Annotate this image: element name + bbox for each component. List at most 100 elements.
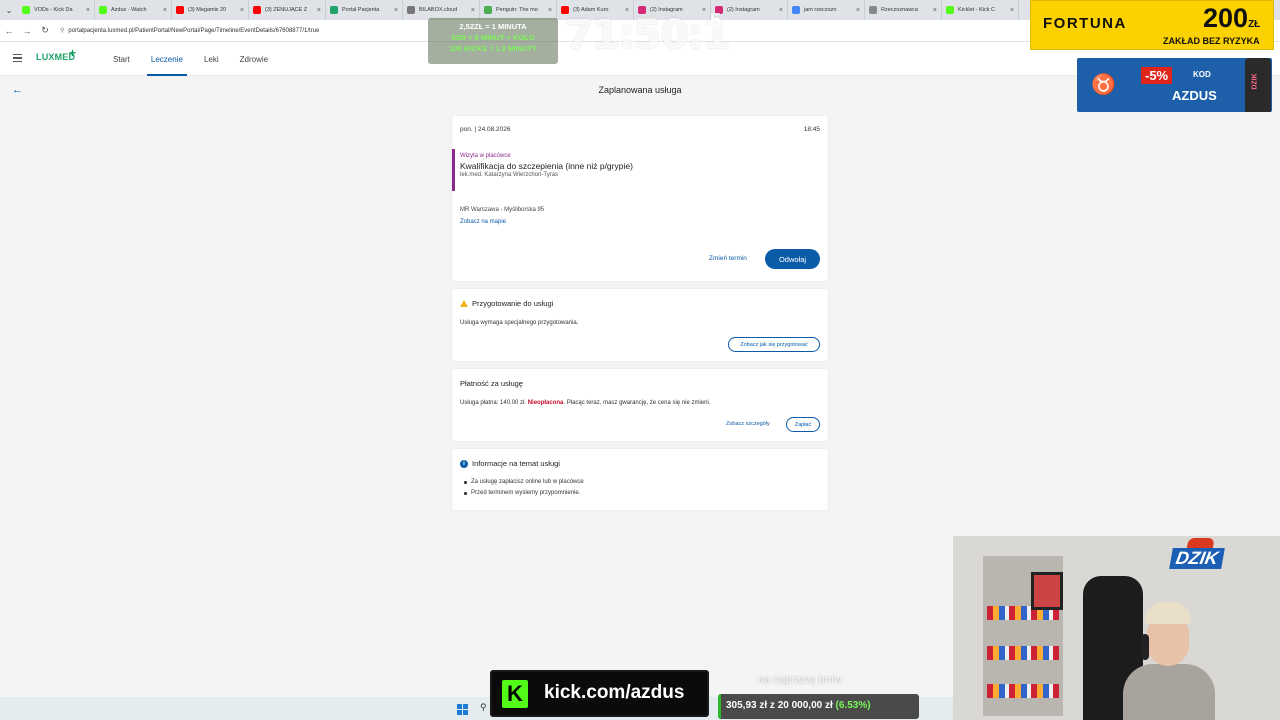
browser-tab[interactable]: Portal Pacjenta × (326, 0, 403, 20)
payment-text: Usługa płatna: 140.00 zł. Nieopłacona. P… (460, 400, 710, 406)
forward-nav-icon[interactable]: → (18, 26, 36, 36)
list-item: Przed terminem wyślemy przypomnienie. (464, 490, 584, 496)
goal-current: 305,93 zł (726, 700, 768, 711)
pay-button[interactable]: Zapłać (786, 417, 820, 432)
tab-favicon-icon (176, 6, 184, 14)
donation-goal-bar: 305,93 zł z 20 000,00 zł (6.53%) (718, 694, 919, 719)
tab-close-icon[interactable]: × (856, 7, 860, 14)
tab-label: (3) ZENUJĄCE Z (265, 7, 308, 13)
tab-close-icon[interactable]: × (240, 7, 244, 14)
browser-tab[interactable]: jam rzeczozn × (788, 0, 865, 20)
fortuna-brand: FORTUNA (1043, 15, 1127, 32)
logo-plus-icon: + (69, 46, 77, 60)
tab-favicon-icon (869, 6, 877, 14)
luxmed-logo[interactable]: LUXMED + (36, 46, 76, 62)
info-list: Za usługę zapłacisz online lub w placówc… (464, 479, 584, 501)
goal-target: 20 000,00 zł (777, 700, 833, 711)
back-nav-icon[interactable]: ← (0, 26, 18, 36)
nav-start[interactable]: Start (113, 42, 130, 76)
preparation-heading: Przygotowanie do usługi (460, 299, 553, 308)
tab-close-icon[interactable]: × (779, 7, 783, 14)
map-link[interactable]: Zobacz na mapie (460, 219, 506, 225)
info-icon: i (460, 459, 468, 468)
browser-tab[interactable]: Kicklet - Kick C × (942, 0, 1019, 20)
cancel-button[interactable]: Odwołaj (765, 249, 820, 269)
promo-line: 100 KICKS = 1.2 MINUTY (449, 44, 537, 53)
browser-tab[interactable]: (3) ZENUJĄCE Z × (249, 0, 326, 20)
goal-label: na naprawę bmw (758, 674, 842, 686)
tab-search-icon[interactable]: ⌄ (0, 0, 18, 20)
payment-title: Płatność za usługę (460, 379, 523, 388)
preparation-card: Przygotowanie do usługi Usługa wymaga sp… (452, 289, 828, 361)
streamer (1123, 602, 1215, 720)
bull-icon: ♉ (1091, 74, 1116, 96)
tab-close-icon[interactable]: × (471, 7, 475, 14)
nav-zdrowie[interactable]: Zdrowie (240, 42, 268, 76)
fortuna-currency: ZŁ (1248, 19, 1261, 30)
stream-timer-digit: 5 (710, 10, 722, 32)
tab-close-icon[interactable]: × (163, 7, 167, 14)
browser-tab[interactable]: Rzeczoznawca × (865, 0, 942, 20)
browser-tab[interactable]: Penguin: The mo × (480, 0, 557, 20)
goal-progress-fill (718, 694, 722, 719)
kick-logo-icon: K (502, 680, 528, 708)
fortuna-ad: FORTUNA 200ZŁ ZAKŁAD BEZ RYZYKA (1030, 0, 1274, 50)
nav-leczenie[interactable]: Leczenie (146, 42, 187, 76)
goal-percent: (6.53%) (835, 700, 871, 711)
dzik-logo: DZIK (1169, 548, 1225, 569)
tab-label: Azdus - Watch (111, 7, 147, 13)
reload-icon[interactable]: ↻ (36, 25, 54, 36)
tab-close-icon[interactable]: × (1010, 7, 1014, 14)
shelf-row (987, 646, 1059, 660)
warning-icon (460, 300, 468, 307)
payment-details-link[interactable]: Zobacz szczegóły (726, 421, 770, 427)
tab-close-icon[interactable]: × (548, 7, 552, 14)
tab-label: BILABOX.cloud (419, 7, 458, 13)
donation-promo-overlay: 2,52ZŁ = 1 MINUTA 5SB = 8 MINUT + KOŁO 1… (428, 18, 558, 64)
tab-close-icon[interactable]: × (86, 7, 90, 14)
site-info-icon[interactable]: ⚲ (60, 27, 64, 34)
payment-guarantee: . Płacąc teraz, masz gwarancję, że cena … (563, 400, 711, 406)
service-name: Kwalifikacja do szczepienia (inne niż p/… (460, 161, 633, 171)
preparation-button[interactable]: Zobacz jak się przygotować (728, 337, 820, 352)
tab-close-icon[interactable]: × (394, 7, 398, 14)
payment-price: Usługa płatna: 140.00 zł. (460, 400, 527, 406)
appointment-date: pon. | 24.08.2026 (460, 126, 511, 133)
browser-tab[interactable]: BILABOX.cloud × (403, 0, 480, 20)
kick-channel-banner: K kick.com/azdus (490, 670, 709, 717)
fortuna-amount-value: 200 (1203, 3, 1249, 33)
promo-line: 2,52ZŁ = 1 MINUTA (459, 22, 527, 31)
url-field[interactable]: ⚲ portalpacjenta.luxmed.pl/PatientPortal… (60, 27, 319, 35)
info-card: i Informacje na temat usługi Za usługę z… (452, 449, 828, 510)
menu-icon[interactable] (13, 54, 22, 62)
discount-badge: -5% (1141, 67, 1173, 84)
tab-close-icon[interactable]: × (317, 7, 321, 14)
headphones (1141, 634, 1149, 660)
tab-favicon-icon (253, 6, 261, 14)
tab-label: Rzeczoznawca (881, 7, 918, 13)
tab-favicon-icon (484, 6, 492, 14)
goal-text: 305,93 zł z 20 000,00 zł (6.53%) (726, 700, 871, 711)
url-text[interactable]: portalpacjenta.luxmed.pl/PatientPortal/N… (68, 28, 319, 34)
shelf-row (987, 684, 1059, 698)
dzik-promo-ad: ♉ -5% KOD AZDUS DZIK (1077, 58, 1272, 112)
tab-close-icon[interactable]: × (933, 7, 937, 14)
tab-favicon-icon (99, 6, 107, 14)
browser-tab[interactable]: VODs - Kick Da × (18, 0, 95, 20)
taskbar-search-icon[interactable]: ⚲ (480, 702, 487, 713)
list-item: Za usługę zapłacisz online lub w placówc… (464, 479, 584, 485)
visit-type: Wizyta w placówce (460, 153, 511, 159)
tab-favicon-icon (22, 6, 30, 14)
preparation-title: Przygotowanie do usługi (472, 299, 554, 308)
nav-leki[interactable]: Leki (204, 42, 219, 76)
browser-tab[interactable]: Azdus - Watch × (95, 0, 172, 20)
windows-start-icon[interactable] (457, 704, 468, 715)
visit-block: Wizyta w placówce Kwalifikacja do szczep… (452, 149, 662, 191)
change-date-link[interactable]: Zmień termin (709, 255, 747, 262)
tab-favicon-icon (792, 6, 800, 14)
webcam-feed: DZIK (953, 536, 1280, 720)
info-heading: i Informacje na temat usługi (460, 459, 560, 468)
browser-tab[interactable]: (3) Megamix 20 × (172, 0, 249, 20)
tab-label: Portal Pacjenta (342, 7, 380, 13)
payment-status: Nieopłacona (527, 400, 564, 406)
